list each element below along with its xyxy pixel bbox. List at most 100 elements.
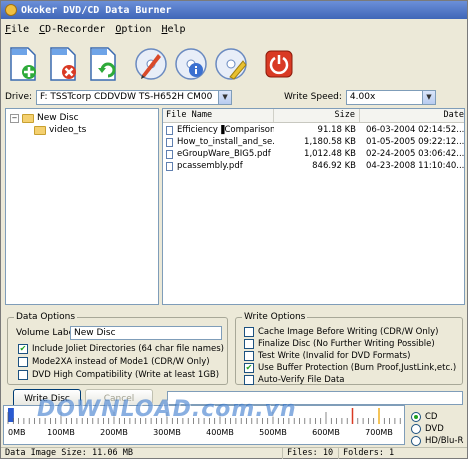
capacity-tick-label: 700MB bbox=[365, 428, 393, 437]
tree-item-child[interactable]: video_ts bbox=[34, 124, 86, 136]
test-write-checkbox[interactable] bbox=[244, 350, 254, 361]
burn-disc-button[interactable] bbox=[133, 44, 169, 84]
chevron-down-icon[interactable]: ▼ bbox=[218, 90, 232, 104]
buffer-protection-label: Use Buffer Protection (Burn Proof,JustLi… bbox=[258, 362, 457, 373]
disc-info-button[interactable] bbox=[173, 44, 209, 84]
finalize-checkbox[interactable] bbox=[244, 338, 254, 349]
auto-verify-checkbox[interactable] bbox=[244, 374, 254, 385]
volume-label-input[interactable]: New Disc bbox=[70, 326, 222, 340]
folder-tree[interactable]: − New Disc video_ts bbox=[5, 108, 159, 305]
file-list[interactable]: File Name Size Date Efficiency▐Compariso… bbox=[162, 108, 465, 305]
tree-item-label: New Disc bbox=[37, 113, 79, 123]
test-write-checkbox-row[interactable]: Test Write (Invalid for DVD Formats) bbox=[244, 350, 410, 361]
drive-select-value: F: TSSTcorp CDDVDW TS-H652H CM00 bbox=[40, 92, 213, 102]
folder-open-icon bbox=[22, 113, 34, 123]
remove-file-button[interactable] bbox=[45, 44, 81, 84]
file-size: 1,180.58 KB bbox=[304, 137, 356, 147]
drive-select[interactable]: F: TSSTcorp CDDVDW TS-H652H CM00 ▼ bbox=[36, 89, 233, 105]
finalize-checkbox-row[interactable]: Finalize Disc (No Further Writing Possib… bbox=[244, 338, 435, 349]
file-date: 01-05-2005 09:22:12... bbox=[366, 137, 465, 147]
mode2xa-checkbox-row[interactable]: Mode2XA instead of Mode1 (CDR/W Only) bbox=[18, 356, 210, 367]
tree-item-label: video_ts bbox=[49, 125, 87, 135]
file-size: 846.92 KB bbox=[312, 161, 356, 171]
media-dvd-radio[interactable] bbox=[411, 423, 421, 434]
column-header-size[interactable]: Size bbox=[274, 109, 360, 122]
dvd-compat-label: DVD High Compatibility (Write at least 1… bbox=[32, 369, 220, 380]
menu-cd-recorder[interactable]: CD-Recorder bbox=[39, 24, 105, 35]
capacity-tick-label: 0MB bbox=[8, 428, 26, 437]
file-name: eGroupWare_BIG5.pdf bbox=[177, 149, 271, 159]
buffer-protection-checkbox-row[interactable]: ✔ Use Buffer Protection (Burn Proof,Just… bbox=[244, 362, 456, 373]
data-options-legend: Data Options bbox=[14, 312, 78, 322]
refresh-button[interactable] bbox=[85, 44, 121, 84]
document-icon bbox=[166, 138, 173, 147]
file-list-header: File Name Size Date bbox=[163, 109, 464, 123]
media-cd-label: CD bbox=[425, 411, 438, 422]
collapse-icon[interactable]: − bbox=[10, 113, 19, 123]
table-row[interactable]: eGroupWare_BIG5.pdf 1,012.48 KB 02-24-20… bbox=[163, 149, 464, 160]
remove-file-icon bbox=[50, 47, 76, 81]
table-row[interactable]: pcassembly.pdf 846.92 KB 04-23-2008 11:1… bbox=[163, 161, 465, 172]
capacity-tick-label: 600MB bbox=[312, 428, 340, 437]
file-name: Efficiency▐Comparison... bbox=[177, 125, 274, 135]
finalize-label: Finalize Disc (No Further Writing Possib… bbox=[258, 338, 435, 349]
media-bluray-label: HD/Blu-R bbox=[425, 435, 464, 446]
drive-row: Drive: F: TSSTcorp CDDVDW TS-H652H CM00 … bbox=[5, 89, 465, 105]
media-dvd-radio-row[interactable]: DVD bbox=[411, 423, 444, 434]
capacity-tick-label: 400MB bbox=[206, 428, 234, 437]
file-size: 91.18 KB bbox=[317, 125, 356, 135]
column-header-name[interactable]: File Name bbox=[163, 109, 274, 122]
media-bluray-radio-row[interactable]: HD/Blu-R bbox=[411, 435, 463, 446]
media-cd-radio[interactable] bbox=[411, 411, 421, 422]
document-icon bbox=[166, 126, 173, 135]
capacity-tick-label: 500MB bbox=[259, 428, 287, 437]
exit-icon bbox=[265, 50, 293, 78]
erase-disc-icon bbox=[215, 48, 247, 80]
add-file-icon bbox=[10, 47, 36, 81]
erase-disc-button[interactable] bbox=[213, 44, 249, 84]
toolbar bbox=[5, 41, 301, 87]
menu-file[interactable]: File bbox=[5, 24, 29, 35]
disc-info-icon bbox=[175, 48, 207, 80]
document-icon bbox=[166, 150, 173, 159]
cache-image-label: Cache Image Before Writing (CDR/W Only) bbox=[258, 326, 439, 337]
main-window: Okoker DVD/CD Data Burner File CD-Record… bbox=[0, 0, 468, 459]
auto-verify-label: Auto-Verify File Data bbox=[258, 374, 345, 385]
file-date: 04-23-2008 11:10:40... bbox=[366, 161, 465, 171]
add-file-button[interactable] bbox=[5, 44, 41, 84]
status-image-size: Data Image Size: 11.06 MB bbox=[1, 448, 283, 459]
media-cd-radio-row[interactable]: CD bbox=[411, 411, 437, 422]
menu-help[interactable]: Help bbox=[161, 24, 185, 35]
media-bluray-radio[interactable] bbox=[411, 435, 421, 446]
menu-option[interactable]: Option bbox=[115, 24, 151, 35]
status-file-count: Files: 10 bbox=[283, 448, 339, 459]
menu-bar: File CD-Recorder Option Help bbox=[1, 21, 467, 37]
document-icon bbox=[166, 162, 173, 171]
table-row[interactable]: Efficiency▐Comparison... 91.18 KB 06-03-… bbox=[163, 125, 464, 136]
window-title: Okoker DVD/CD Data Burner bbox=[21, 4, 172, 16]
buffer-protection-checkbox[interactable]: ✔ bbox=[244, 362, 254, 373]
joliet-checkbox[interactable]: ✔ bbox=[18, 343, 28, 354]
write-options-group: Write Options Cache Image Before Writing… bbox=[235, 312, 463, 385]
file-name: How_to_install_and_se... bbox=[177, 137, 274, 147]
mode2xa-checkbox[interactable] bbox=[18, 356, 28, 367]
dvd-compat-checkbox[interactable] bbox=[18, 369, 28, 380]
file-name: pcassembly.pdf bbox=[177, 161, 243, 171]
write-options-legend: Write Options bbox=[242, 312, 308, 322]
chevron-down-icon[interactable]: ▼ bbox=[421, 90, 435, 104]
exit-button[interactable] bbox=[261, 44, 297, 84]
test-write-label: Test Write (Invalid for DVD Formats) bbox=[258, 350, 411, 361]
table-row[interactable]: How_to_install_and_se... 1,180.58 KB 01-… bbox=[163, 137, 465, 148]
cache-image-checkbox-row[interactable]: Cache Image Before Writing (CDR/W Only) bbox=[244, 326, 438, 337]
auto-verify-checkbox-row[interactable]: Auto-Verify File Data bbox=[244, 374, 345, 385]
drive-label: Drive: bbox=[5, 92, 33, 102]
column-header-date[interactable]: Date bbox=[360, 109, 464, 122]
status-bar: Data Image Size: 11.06 MB Files: 10 Fold… bbox=[1, 447, 467, 459]
file-size: 1,012.48 KB bbox=[304, 149, 356, 159]
dvd-compat-checkbox-row[interactable]: DVD High Compatibility (Write at least 1… bbox=[18, 369, 219, 380]
write-speed-select[interactable]: 4.00x ▼ bbox=[345, 89, 436, 105]
capacity-tick-label: 200MB bbox=[100, 428, 128, 437]
joliet-checkbox-row[interactable]: ✔ Include Joliet Directories (64 char fi… bbox=[18, 343, 224, 354]
cache-image-checkbox[interactable] bbox=[244, 326, 254, 337]
tree-item-root[interactable]: − New Disc bbox=[10, 112, 79, 124]
